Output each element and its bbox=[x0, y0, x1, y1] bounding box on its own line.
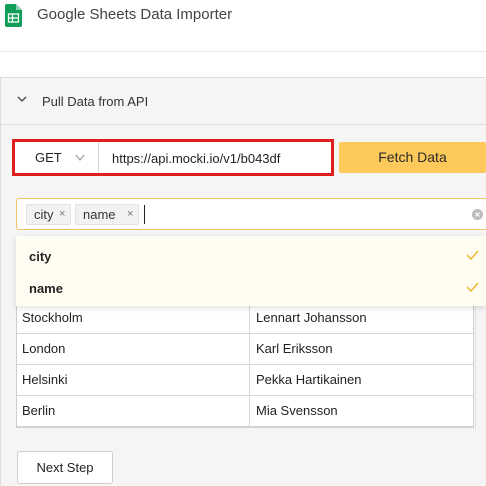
table-cell-name: Lennart Johansson bbox=[256, 310, 367, 325]
dropdown-option-city[interactable]: city bbox=[16, 239, 486, 271]
tag-city: city × bbox=[26, 204, 71, 225]
table-row: Berlin Mia Svensson bbox=[17, 396, 473, 427]
tag-label: name bbox=[83, 207, 116, 222]
check-icon bbox=[466, 282, 479, 292]
chevron-down-icon bbox=[75, 154, 85, 161]
table-cell-city: London bbox=[17, 334, 250, 364]
table-row: London Karl Eriksson bbox=[17, 334, 473, 365]
http-method-select[interactable]: GET bbox=[15, 142, 99, 173]
table-cell-city: Helsinki bbox=[17, 365, 250, 395]
fetch-data-button[interactable]: Fetch Data bbox=[339, 142, 486, 173]
table-cell-name: Pekka Hartikainen bbox=[256, 372, 362, 387]
clear-icon[interactable] bbox=[472, 209, 483, 220]
next-step-button[interactable]: Next Step bbox=[17, 451, 113, 484]
google-sheets-icon bbox=[5, 4, 22, 27]
tag-remove-icon[interactable]: × bbox=[59, 205, 65, 224]
field-dropdown: city name bbox=[16, 236, 486, 306]
table-row: Helsinki Pekka Hartikainen bbox=[17, 365, 473, 396]
tag-label: city bbox=[34, 207, 54, 222]
request-input-group: GET bbox=[12, 139, 334, 176]
option-label: city bbox=[29, 249, 52, 264]
app-header: Google Sheets Data Importer bbox=[0, 0, 486, 52]
chevron-down-icon bbox=[17, 96, 27, 102]
section-title: Pull Data from API bbox=[42, 94, 149, 109]
table-row: Stockholm Lennart Johansson bbox=[17, 303, 473, 334]
api-url-input[interactable] bbox=[100, 142, 331, 173]
tag-remove-icon[interactable]: × bbox=[127, 205, 133, 224]
table-cell-name: Karl Eriksson bbox=[256, 341, 333, 356]
option-label: name bbox=[29, 281, 63, 296]
http-method-value: GET bbox=[35, 150, 62, 165]
check-icon bbox=[466, 250, 479, 260]
table-cell-city: Berlin bbox=[17, 396, 250, 426]
table-cell-city: Stockholm bbox=[17, 303, 250, 333]
section-header-pull-data[interactable]: Pull Data from API bbox=[1, 78, 486, 125]
tag-name: name × bbox=[75, 204, 139, 225]
dropdown-option-name[interactable]: name bbox=[16, 271, 486, 303]
text-cursor bbox=[144, 205, 145, 224]
app-title: Google Sheets Data Importer bbox=[37, 6, 233, 23]
table-cell-name: Mia Svensson bbox=[256, 403, 338, 418]
field-select[interactable]: city × name × bbox=[16, 198, 486, 230]
